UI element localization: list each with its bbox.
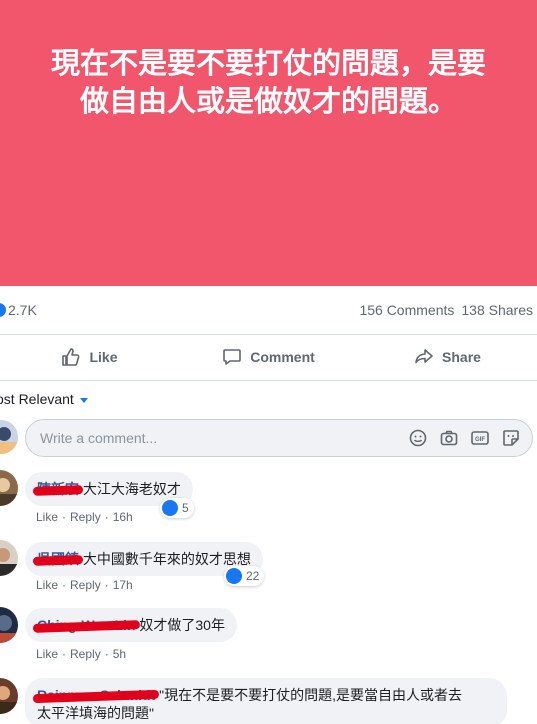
comment-author-name[interactable]: Rainman Schmidt [32,687,160,704]
svg-text:GIF: GIF [475,437,485,443]
comment-author-name[interactable]: 吳國鎮 [32,551,84,567]
like-reaction-icon [226,568,242,584]
camera-icon[interactable] [439,428,459,448]
comment-text-line-1: "現在不是要不要打仗的問題,是要當自由人或者去 [159,687,462,703]
redaction-mark [32,485,84,496]
post-banner: 現在不是要不要打仗的問題，是要 做自由人或是做奴才的問題。 [0,0,537,286]
sticker-icon[interactable] [501,428,521,448]
comment-text: 大江大海老奴才 [82,481,181,497]
post-banner-text: 現在不是要不要打仗的問題，是要 做自由人或是做奴才的問題。 [0,44,537,120]
share-label: Share [442,349,481,365]
comment-author-avatar[interactable] [0,470,18,506]
speech-bubble-icon [222,347,242,367]
comment-composer: GIF [0,418,537,458]
comment-author-avatar[interactable] [0,678,18,714]
comment-reaction-badge[interactable]: 22 [224,566,265,586]
comment-meta: Like · Reply · 17h [36,578,133,592]
gif-icon[interactable]: GIF [470,428,490,448]
share-arrow-icon [414,347,434,367]
caret-down-icon [79,397,88,403]
thumbs-up-icon [61,347,81,367]
banner-line-2: 做自由人或是做奴才的問題。 [79,84,457,118]
comment-author-avatar[interactable] [0,607,18,643]
like-reaction-icon [0,303,6,317]
like-reaction-icon [162,500,178,516]
comment-timestamp[interactable]: 17h [113,578,133,592]
comment-like-link[interactable]: Like [36,510,58,524]
divider [0,380,537,381]
sort-label: ost Relevant [0,391,74,407]
comment-author-name[interactable]: 陳新宏 [32,481,84,497]
comment-timestamp[interactable]: 5h [113,647,126,661]
comment-reaction-badge[interactable]: 5 [160,498,194,518]
comment-count[interactable]: 156 Comments [359,302,454,318]
comment-timestamp[interactable]: 16h [113,510,133,524]
comment-label: Comment [250,349,315,365]
comment-reaction-count: 5 [182,501,189,515]
comment-author-avatar[interactable] [0,540,18,576]
redaction-mark [32,555,84,566]
comment-text-line-2: 太平洋填海的問題" [37,705,154,721]
reaction-summary[interactable]: 2.7K [0,302,37,318]
comment-like-link[interactable]: Like [36,578,58,592]
comment-reply-link[interactable]: Reply [70,510,101,524]
comment-reply-link[interactable]: Reply [70,578,101,592]
comment-reaction-count: 22 [246,569,260,583]
reaction-count: 2.7K [8,302,37,318]
like-label: Like [89,349,118,365]
stats-bar: 2.7K 156 Comments 138 Shares [0,294,537,326]
comment-sort-dropdown[interactable]: ost Relevant [0,391,88,407]
comment-bubble: Ching-Wen Lin 奴才做了30年 [25,608,237,642]
comment-text: 奴才做了30年 [139,617,225,633]
comment-meta: Like · Reply · 5h [36,647,127,661]
comment-reply-link[interactable]: Reply [70,647,101,661]
share-count[interactable]: 138 Shares [461,302,533,318]
comment-bubble: Rainman Schmidt "現在不是要不要打仗的問題,是要當自由人或者去 … [25,678,507,724]
current-user-avatar[interactable] [0,420,18,454]
comment-like-link[interactable]: Like [36,647,58,661]
like-button[interactable]: Like [0,337,179,377]
emoji-icon[interactable] [408,428,428,448]
comment-button[interactable]: Comment [179,337,358,377]
share-button[interactable]: Share [358,337,537,377]
comment-meta: Like · Reply · 16h [36,510,133,524]
comment-author-name[interactable]: Ching-Wen Lin [32,617,140,633]
banner-line-1: 現在不是要不要打仗的問題，是要 [50,46,486,80]
comment-text: 大中國數千年來的奴才思想 [82,551,251,567]
divider [0,334,537,335]
post-actions: Like Comment Share [0,337,537,377]
